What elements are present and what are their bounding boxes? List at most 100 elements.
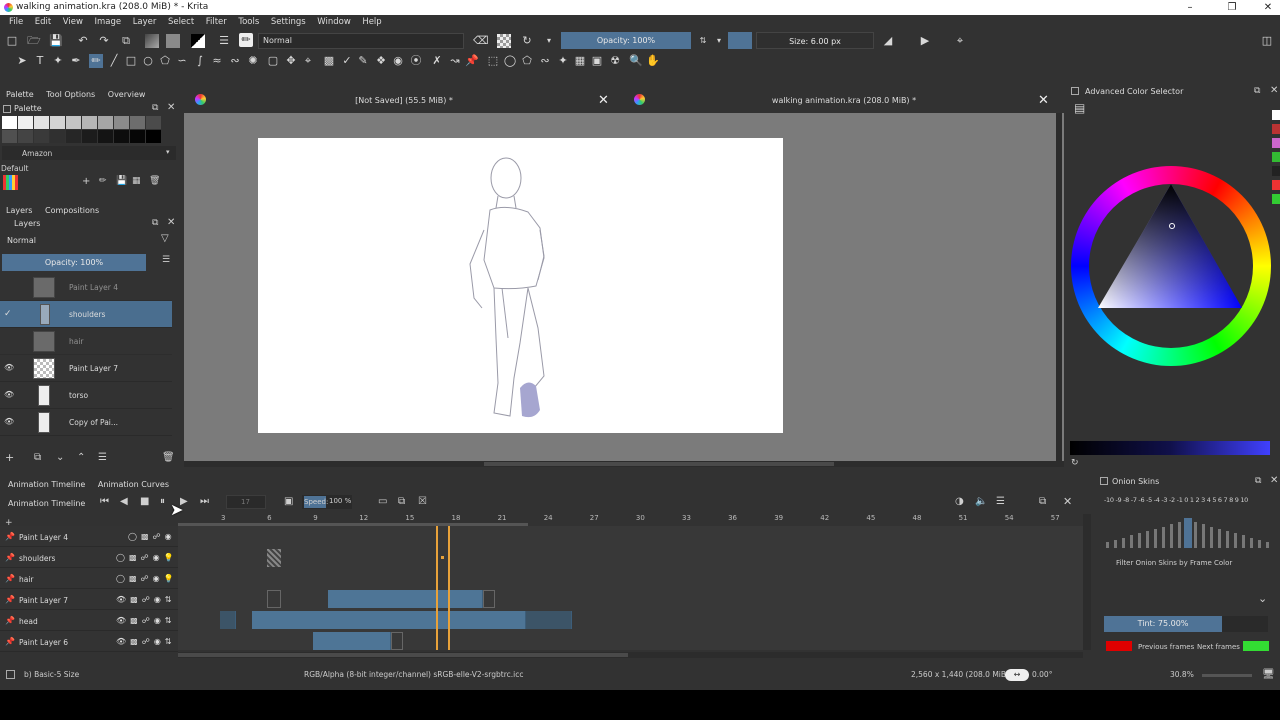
close-document-icon[interactable]: ✕ [1038,93,1049,108]
save-icon[interactable]: 💾 [49,34,63,48]
close-window-icon[interactable]: ✕ [1256,1,1280,14]
keyframe-span[interactable] [313,632,391,650]
select-shapes-icon[interactable]: ➤ [15,54,29,68]
similar-select-icon[interactable]: ▦ [573,54,587,68]
onion-skin-toggle-icon[interactable]: ⧉ [398,496,405,507]
edit-shapes-icon[interactable]: ✦ [51,54,65,68]
close-docker-icon[interactable]: ✕ [167,217,175,228]
brush-settings-icon[interactable]: ☰ [217,34,231,48]
timeline-horizontal-scrollbar[interactable] [178,652,1083,658]
reset-icon[interactable]: ↻ [1071,458,1079,468]
tab-animation-curves[interactable]: Animation Curves [98,480,169,489]
add-layer-icon[interactable]: + [5,451,14,464]
workspace-icon[interactable]: ◫ [1260,34,1274,48]
wrap-around-icon[interactable]: ⌖ [953,34,967,48]
colorize-mask-icon[interactable]: ✎ [356,54,370,68]
current-frame-field[interactable]: 17 [226,495,266,509]
palette-swatch[interactable] [50,130,65,143]
timeline-frames-grid[interactable] [178,526,1083,650]
mirror-horizontal-icon[interactable]: ◢ [881,34,895,48]
transform-icon[interactable]: ▢ [266,54,280,68]
fill-tool-icon[interactable]: ◉ [391,54,405,68]
onion-opacity-bar[interactable] [1266,542,1269,548]
mirror-vertical-icon[interactable]: ▶ [918,34,932,48]
palette-swatch[interactable] [50,116,65,129]
tint-slider[interactable]: Tint: 75.00% [1104,616,1222,632]
palette-swatch[interactable] [130,130,145,143]
color-history-swatch[interactable] [1272,180,1280,190]
color-history-swatch[interactable] [1272,152,1280,162]
layer-toggles-icon[interactable]: 👁▩☍◉⇅ [116,616,176,625]
onion-opacity-bar[interactable] [1184,518,1192,548]
zoom-tool-icon[interactable]: 🔍 [629,54,643,68]
freehand-brush-icon[interactable]: ✏ [89,54,103,68]
float-docker-icon[interactable]: ⧉ [1254,86,1260,96]
scrollbar-thumb[interactable] [178,653,628,657]
onion-opacity-bar[interactable] [1202,524,1205,548]
keyframe[interactable] [483,590,495,608]
color-history-swatch[interactable] [1272,110,1280,120]
keyframe[interactable] [267,590,281,608]
timeline-layer-row[interactable]: 📌 Paint Layer 6 👁▩☍◉⇅ [0,632,178,652]
last-frame-icon[interactable]: ⏭ [200,496,209,507]
menu-edit[interactable]: Edit [35,15,51,29]
onion-opacity-bar[interactable] [1122,537,1125,548]
onion-opacity-bar[interactable] [1242,535,1245,548]
filter-icon[interactable]: ▽ [161,233,169,244]
onion-opacity-bars[interactable] [1104,510,1272,552]
timeline-layer-row[interactable]: 📌 hair ◯▩☍◉💡 [0,569,178,589]
open-document-icon[interactable]: 🗁 [27,34,41,48]
layer-properties-icon[interactable]: ☰ [98,452,107,463]
polygon-select-icon[interactable]: ⬠ [520,54,534,68]
rotation-icon[interactable]: ↔ [1005,669,1029,681]
layer-opacity-slider[interactable]: Opacity: 100% [2,254,146,271]
layer-toggles-icon[interactable]: 👁▩☍◉⇅ [116,637,176,646]
close-docker-icon[interactable]: ✕ [1063,495,1072,508]
color-history-swatch[interactable] [1272,166,1280,176]
redo-icon[interactable]: ↷ [97,34,111,48]
onion-opacity-bar[interactable] [1170,524,1173,548]
chevron-down-icon[interactable]: ▾ [542,34,556,48]
polygon-tool-icon[interactable]: ⬠ [158,54,172,68]
layer-toggles-icon[interactable]: ◯▩☍◉ [128,532,176,541]
empty-keyframe[interactable] [267,549,281,567]
edit-swatch-icon[interactable]: ✏ [99,176,107,186]
undo-icon[interactable]: ↶ [76,34,90,48]
gradient-tool-icon[interactable]: ▩ [322,54,336,68]
onion-opacity-bar[interactable] [1234,533,1237,548]
opacity-slider[interactable]: Opacity: 100% [561,32,691,49]
menu-file[interactable]: File [9,15,23,29]
bezier-tool-icon[interactable]: ∫ [193,54,207,68]
color-history-swatch[interactable] [1272,138,1280,148]
freehand-path-icon[interactable]: ≈ [210,54,224,68]
layer-row[interactable]: Paint Layer 4 [0,274,172,301]
onion-opacity-bar[interactable] [1162,526,1165,548]
smart-patch-icon[interactable]: ❖ [374,54,388,68]
palette-swatch[interactable] [2,116,17,129]
palette-thumbnail-icon[interactable] [3,175,18,190]
canvas-vertical-scrollbar[interactable] [1056,113,1062,463]
onion-opacity-bar[interactable] [1258,539,1261,548]
onion-opacity-bar[interactable] [1194,522,1197,548]
new-document-icon[interactable]: □ [5,34,19,48]
chevron-down-icon[interactable]: ▾ [712,34,726,48]
pin-icon[interactable]: 📌 [5,616,15,625]
blend-mode-combo[interactable]: Normal [258,33,464,49]
tab-overview[interactable]: Overview [108,90,146,99]
fill-gradient-icon[interactable] [145,34,159,48]
rectangle-tool-icon[interactable]: □ [124,54,138,68]
magnetic-select-icon[interactable]: ☢ [608,54,622,68]
close-docker-icon[interactable]: ✕ [1270,475,1278,486]
palette-swatch[interactable] [34,130,49,143]
chevron-down-icon[interactable]: ▾ [166,148,170,156]
document-tab-walking[interactable]: walking animation.kra (208.0 MiB) * [625,91,1063,111]
contiguous-select-icon[interactable]: ✦ [556,54,570,68]
frame-range-icon[interactable]: ▭ [378,496,387,507]
polyline-tool-icon[interactable]: ∽ [175,54,189,68]
minimize-icon[interactable]: – [1178,1,1202,14]
reference-tool-icon[interactable]: 📌 [465,54,479,68]
timeline-layer-row[interactable]: 📌 head 👁▩☍◉⇅ [0,611,178,631]
size-slider[interactable]: Size: 6.00 px [756,32,874,49]
filter-onion-label[interactable]: Filter Onion Skins by Frame Color [1116,559,1232,567]
text-tool-icon[interactable]: T [33,54,47,68]
